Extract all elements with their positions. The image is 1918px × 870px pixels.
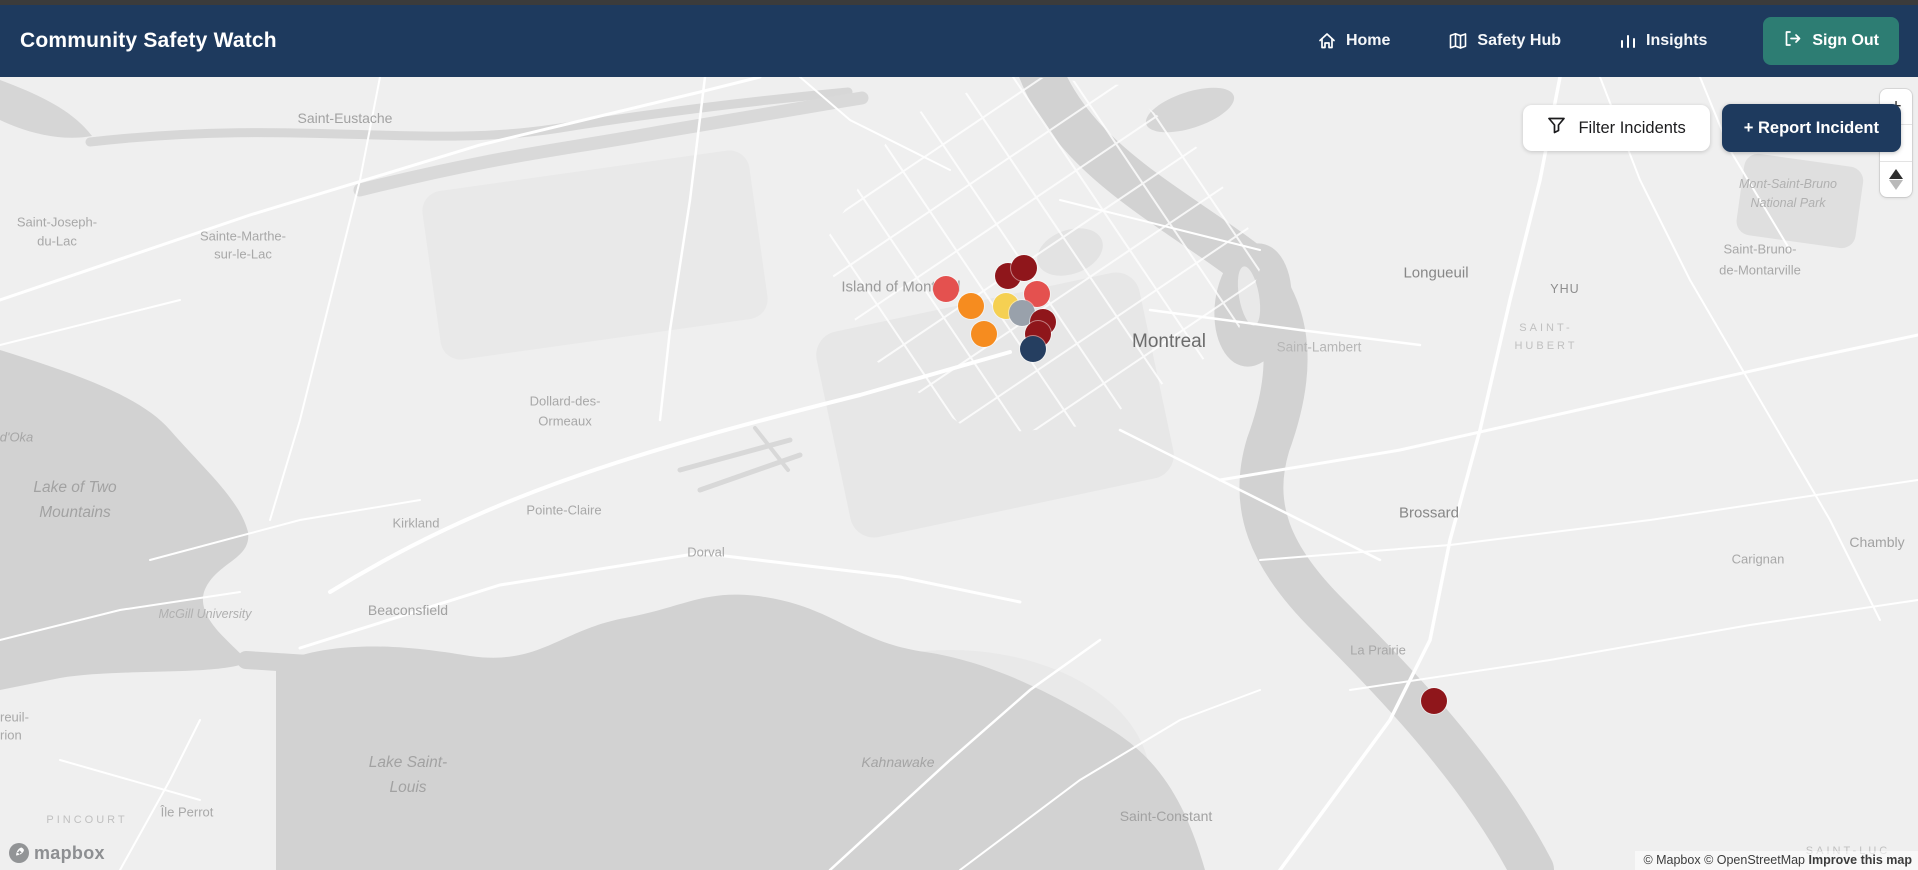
map-label: Saint-Eustache xyxy=(297,110,393,126)
compass-south-icon xyxy=(1889,179,1903,190)
map-icon xyxy=(1448,31,1468,51)
home-icon xyxy=(1317,31,1337,51)
mapbox-logo-text: mapbox xyxy=(34,842,105,863)
map-label: Dollard-des- xyxy=(529,393,601,409)
nav-label-home: Home xyxy=(1345,32,1391,49)
filter-incidents-label: Filter Incidents xyxy=(1578,118,1686,137)
compass-north-icon xyxy=(1889,168,1903,179)
incident-marker[interactable] xyxy=(1020,336,1046,362)
map-canvas[interactable]: Filter Incidents + Report Incident + − m… xyxy=(0,77,1918,870)
mapbox-logo[interactable]: mapbox xyxy=(8,842,105,864)
map-label: Mountains xyxy=(39,504,111,521)
map-label: Carignan xyxy=(1731,551,1785,567)
map-label: Kirkland xyxy=(392,515,440,531)
incident-marker[interactable] xyxy=(933,276,959,302)
map-label: Lake Saint- xyxy=(368,754,448,771)
map-label: de-Montarville xyxy=(1719,262,1801,278)
map-label: du-Lac xyxy=(37,233,77,249)
incident-marker[interactable] xyxy=(1421,688,1447,714)
nav-item-insights[interactable]: Insights xyxy=(1619,32,1707,50)
mapbox-logo-icon xyxy=(9,843,29,863)
map-label: PINCOURT xyxy=(46,814,128,826)
map-label: SAINT- xyxy=(1519,322,1573,334)
map-label: Sainte-Marthe- xyxy=(200,228,286,244)
map-label: Saint-Lambert xyxy=(1276,339,1362,355)
window-top-strip xyxy=(0,0,1918,5)
map-label: Mont-Saint-Bruno xyxy=(1739,177,1837,191)
nav-label-safety-hub: Safety Hub xyxy=(1477,32,1561,49)
filter-incidents-button[interactable]: Filter Incidents xyxy=(1523,105,1710,151)
map-label: Île Perrot xyxy=(160,804,214,820)
attribution-mapbox-link[interactable]: © Mapbox xyxy=(1643,853,1700,867)
map-label: McGill University xyxy=(158,607,252,621)
map-label: Saint-Joseph- xyxy=(16,214,98,230)
map-label: Longueuil xyxy=(1403,264,1469,282)
nav-item-home[interactable]: Home xyxy=(1317,31,1390,51)
app-title: Community Safety Watch xyxy=(20,29,277,52)
report-incident-button[interactable]: + Report Incident xyxy=(1721,104,1901,152)
map-label: Pointe-Claire xyxy=(526,502,602,518)
map-attribution: © Mapbox © OpenStreetMap Improve this ma… xyxy=(1635,851,1918,870)
map-label: National Park xyxy=(1750,196,1826,210)
sign-out-icon xyxy=(1783,29,1802,53)
incident-marker[interactable] xyxy=(958,293,984,319)
nav-item-safety-hub[interactable]: Safety Hub xyxy=(1448,31,1561,51)
map-label: HUBERT xyxy=(1514,340,1578,352)
map-label: reuil- xyxy=(0,709,29,725)
map-label: Brossard xyxy=(1398,504,1460,522)
sign-out-button[interactable]: Sign Out xyxy=(1763,17,1899,65)
map-label: Kahnawake xyxy=(861,754,935,770)
map-geography xyxy=(0,77,1918,870)
map-label: Lake of Two xyxy=(33,479,117,496)
map-label: Saint-Bruno- xyxy=(1723,241,1797,257)
map-label: Saint-Constant xyxy=(1119,808,1213,824)
nav-label-insights: Insights xyxy=(1646,32,1708,49)
map-label: YHU xyxy=(1550,282,1580,296)
map-label: La Prairie xyxy=(1350,642,1406,658)
funnel-icon xyxy=(1547,116,1566,140)
map-label: Louis xyxy=(389,779,427,796)
app-header: Community Safety Watch Home Safety Hub I… xyxy=(0,5,1918,77)
map-label: sur-le-Lac xyxy=(214,246,272,262)
bar-chart-icon xyxy=(1619,32,1637,50)
map-label: Dorval xyxy=(687,544,725,560)
sign-out-label: Sign Out xyxy=(1812,32,1879,49)
map-toolbar: Filter Incidents + Report Incident xyxy=(1523,104,1901,152)
map-label: Beaconsfield xyxy=(367,602,449,618)
attribution-improve-link[interactable]: Improve this map xyxy=(1809,853,1913,867)
map-label: Ormeaux xyxy=(538,413,592,429)
map-label: Montreal xyxy=(1132,331,1206,352)
incident-marker[interactable] xyxy=(971,321,997,347)
map-label: rion xyxy=(0,727,22,743)
map-label: al d'Oka xyxy=(0,429,34,445)
incident-marker[interactable] xyxy=(1011,255,1037,281)
map-label: Chambly xyxy=(1849,534,1905,550)
compass-button[interactable] xyxy=(1880,160,1912,197)
attribution-osm-link[interactable]: © OpenStreetMap xyxy=(1704,853,1805,867)
main-nav: Home Safety Hub Insights Sign Out xyxy=(1317,17,1899,65)
